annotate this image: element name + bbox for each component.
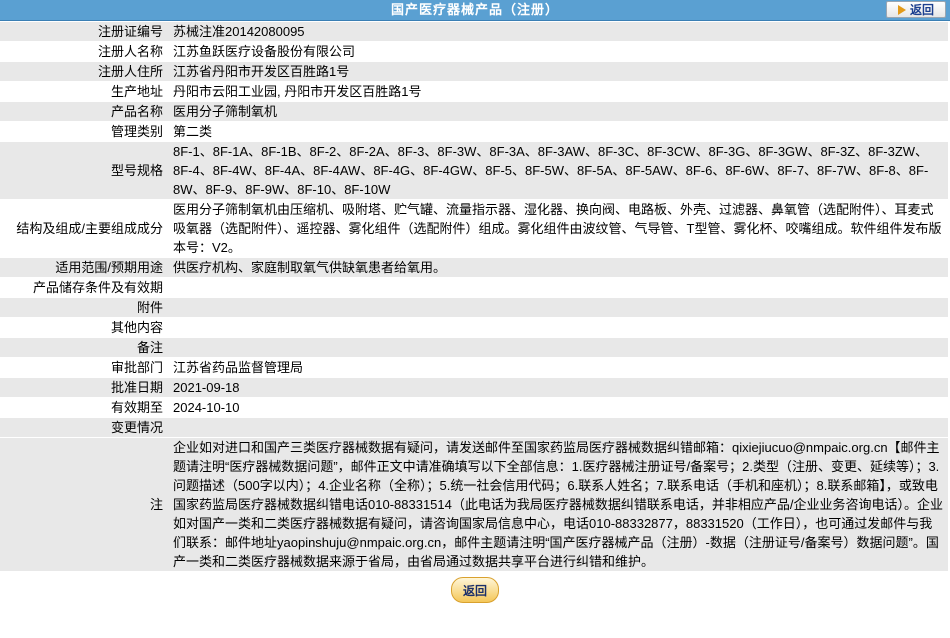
row-value <box>169 277 948 298</box>
table-row: 产品储存条件及有效期 <box>0 277 948 298</box>
row-value <box>169 417 948 438</box>
row-label: 其他内容 <box>0 317 169 338</box>
row-value: 2024-10-10 <box>169 397 948 418</box>
table-row: 管理类别 第二类 <box>0 121 948 142</box>
row-value <box>169 337 948 358</box>
table-row: 变更情况 <box>0 417 948 438</box>
back-button-bottom[interactable]: 返回 <box>451 577 499 603</box>
row-label: 适用范围/预期用途 <box>0 257 169 278</box>
table-row: 附件 <box>0 297 948 318</box>
table-row: 适用范围/预期用途 供医疗机构、家庭制取氧气供缺氧患者给氧用。 <box>0 257 948 278</box>
table-row: 注册证编号 苏械注准20142080095 <box>0 22 948 42</box>
table-row: 结构及组成/主要组成成分 医用分子筛制氧机由压缩机、吸附塔、贮气罐、流量指示器、… <box>0 199 948 258</box>
table-row: 批准日期 2021-09-18 <box>0 377 948 398</box>
table-row: 注册人名称 江苏鱼跃医疗设备股份有限公司 <box>0 41 948 62</box>
row-label: 生产地址 <box>0 81 169 102</box>
row-label: 注册人名称 <box>0 41 169 62</box>
row-label: 批准日期 <box>0 377 169 398</box>
row-label: 变更情况 <box>0 417 169 438</box>
row-value: 第二类 <box>169 121 948 142</box>
table-row: 有效期至 2024-10-10 <box>0 397 948 418</box>
back-button-top[interactable]: 返回 <box>886 1 946 18</box>
row-value: 江苏省药品监督管理局 <box>169 357 948 378</box>
row-value: 8F-1、8F-1A、8F-1B、8F-2、8F-2A、8F-3、8F-3W、8… <box>169 141 948 200</box>
row-value: 江苏鱼跃医疗设备股份有限公司 <box>169 41 948 62</box>
row-label: 产品储存条件及有效期 <box>0 277 169 298</box>
row-label: 型号规格 <box>0 141 169 200</box>
table-row: 备注 <box>0 337 948 358</box>
note-label: 注 <box>0 437 169 572</box>
row-value: 医用分子筛制氧机 <box>169 101 948 122</box>
row-value: 医用分子筛制氧机由压缩机、吸附塔、贮气罐、流量指示器、湿化器、换向阀、电路板、外… <box>169 199 948 258</box>
back-button-label: 返回 <box>909 3 934 17</box>
row-value: 2021-09-18 <box>169 377 948 398</box>
table-row: 审批部门 江苏省药品监督管理局 <box>0 357 948 378</box>
row-value <box>169 317 948 338</box>
arrow-right-icon <box>897 4 906 15</box>
row-value: 供医疗机构、家庭制取氧气供缺氧患者给氧用。 <box>169 257 948 278</box>
table-row: 其他内容 <box>0 317 948 338</box>
row-value <box>169 297 948 318</box>
page-footer: 返回 <box>0 572 950 608</box>
row-label: 注册证编号 <box>0 22 169 42</box>
row-value: 江苏省丹阳市开发区百胜路1号 <box>169 61 948 82</box>
table-row: 产品名称 医用分子筛制氧机 <box>0 101 948 122</box>
row-value: 丹阳市云阳工业园, 丹阳市开发区百胜路1号 <box>169 81 948 102</box>
table-row: 型号规格 8F-1、8F-1A、8F-1B、8F-2、8F-2A、8F-3、8F… <box>0 141 948 200</box>
table-row: 注册人住所 江苏省丹阳市开发区百胜路1号 <box>0 61 948 82</box>
row-label: 管理类别 <box>0 121 169 142</box>
table-row: 生产地址 丹阳市云阳工业园, 丹阳市开发区百胜路1号 <box>0 81 948 102</box>
row-label: 结构及组成/主要组成成分 <box>0 199 169 258</box>
product-detail-table: 注册证编号 苏械注准20142080095 注册人名称 江苏鱼跃医疗设备股份有限… <box>0 22 948 572</box>
row-label: 有效期至 <box>0 397 169 418</box>
row-label: 备注 <box>0 337 169 358</box>
page-header: 国产医疗器械产品（注册） 返回 <box>0 0 950 21</box>
note-row: 注 企业如对进口和国产三类医疗器械数据有疑问，请发送邮件至国家药监局医疗器械数据… <box>0 437 948 572</box>
row-label: 审批部门 <box>0 357 169 378</box>
row-label: 附件 <box>0 297 169 318</box>
row-value: 苏械注准20142080095 <box>169 22 948 42</box>
note-text: 企业如对进口和国产三类医疗器械数据有疑问，请发送邮件至国家药监局医疗器械数据纠错… <box>173 440 943 569</box>
row-label: 注册人住所 <box>0 61 169 82</box>
row-label: 产品名称 <box>0 101 169 122</box>
page-title: 国产医疗器械产品（注册） <box>390 2 559 17</box>
